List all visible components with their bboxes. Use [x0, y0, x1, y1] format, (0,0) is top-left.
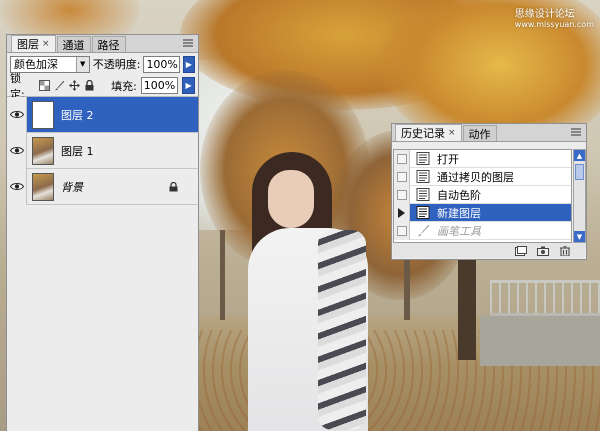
chevron-down-icon: ▼: [75, 56, 89, 72]
tab-history[interactable]: 历史记录 ×: [395, 124, 462, 141]
history-item[interactable]: 新建图层: [394, 203, 571, 222]
layer-name: 背景: [61, 180, 83, 194]
history-state-icon: [415, 206, 431, 220]
panel-menu-icon[interactable]: [569, 127, 583, 139]
layer-row[interactable]: 背景: [7, 168, 198, 205]
tab-channels[interactable]: 通道: [56, 36, 91, 52]
watermark: 思缘设计论坛 www.missyuan.com: [515, 5, 594, 29]
history-footer: [393, 243, 585, 258]
lock-transparency-icon[interactable]: [39, 80, 51, 91]
tab-actions[interactable]: 动作: [462, 125, 497, 141]
close-icon[interactable]: ×: [448, 128, 456, 138]
layers-panel: 图层 × 通道 路径 颜色加深 ▼ 不透明度: 100% ▶ 锁定: 填充: 1…: [6, 34, 199, 431]
tab-paths[interactable]: 路径: [91, 36, 126, 52]
opacity-slider-button[interactable]: ▶: [182, 55, 195, 73]
brush-icon[interactable]: [54, 80, 65, 91]
eye-icon[interactable]: [7, 132, 27, 169]
fill-field[interactable]: 100%: [140, 77, 179, 94]
history-marker-icon: [398, 207, 405, 218]
trash-icon[interactable]: [559, 245, 571, 256]
close-icon[interactable]: ×: [42, 39, 50, 49]
opacity-field[interactable]: 100%: [143, 55, 180, 73]
opacity-label: 不透明度:: [92, 58, 141, 71]
layer-name: 图层 1: [61, 144, 94, 158]
eye-icon[interactable]: [7, 168, 27, 205]
lock-icon: [169, 181, 178, 191]
chevron-down-icon[interactable]: ▼: [574, 231, 585, 242]
layer-name: 图层 2: [61, 108, 94, 122]
layers-tabbar: 图层 × 通道 路径: [7, 35, 198, 53]
history-item[interactable]: 画笔工具: [394, 221, 571, 240]
history-list: 打开 通过拷贝的图层 自动色阶 新建图层 画笔工具: [393, 149, 572, 243]
lock-icon[interactable]: [84, 80, 95, 91]
blend-mode-select[interactable]: 颜色加深 ▼: [10, 55, 90, 73]
watermark-url: www.missyuan.com: [514, 20, 594, 29]
history-panel: 历史记录 × 动作 打开 通过拷贝的图层 自动色阶 新建图层 画笔工具 ▲ ▼: [391, 123, 587, 260]
watermark-name: 思缘设计论坛: [514, 9, 575, 20]
lock-row: 锁定: 填充: 100% ▶: [7, 72, 198, 101]
chevron-up-icon[interactable]: ▲: [574, 150, 585, 161]
blend-row: 颜色加深 ▼ 不透明度: 100% ▶: [7, 53, 198, 75]
layer-thumbnail: [32, 172, 54, 201]
brush-icon: [415, 224, 431, 238]
history-state-icon: [415, 188, 431, 202]
panel-menu-icon[interactable]: [181, 38, 195, 50]
history-item[interactable]: 打开: [394, 150, 571, 168]
fill-label: 填充:: [111, 79, 137, 93]
layer-thumbnail: [32, 136, 54, 165]
history-item[interactable]: 通过拷贝的图层: [394, 167, 571, 186]
layer-row[interactable]: 图层 2: [7, 96, 198, 133]
layer-row[interactable]: 图层 1: [7, 132, 198, 169]
layers-empty-area: [7, 209, 198, 431]
history-item[interactable]: 自动色阶: [394, 185, 571, 204]
history-state-icon: [415, 170, 431, 184]
layer-thumbnail: [32, 100, 54, 129]
fill-slider-button[interactable]: ▶: [182, 77, 196, 94]
camera-icon[interactable]: [537, 246, 549, 256]
tab-layers[interactable]: 图层 ×: [11, 35, 56, 52]
move-icon[interactable]: [69, 80, 81, 91]
scroll-thumb[interactable]: [575, 164, 584, 180]
history-scrollbar[interactable]: ▲ ▼: [573, 149, 586, 243]
eye-icon[interactable]: [7, 96, 27, 133]
new-document-icon[interactable]: [515, 245, 527, 256]
history-tabbar: 历史记录 × 动作: [392, 124, 586, 142]
history-state-icon: [415, 152, 431, 166]
